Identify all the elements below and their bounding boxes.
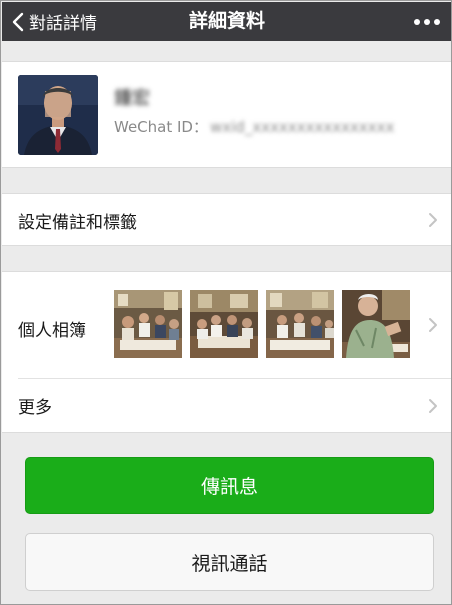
- album-thumbnails: [114, 290, 410, 358]
- wechat-id-value: wxid_xxxxxxxxxxxxxxxx: [209, 117, 395, 136]
- chevron-left-icon: [12, 12, 24, 31]
- profile-card[interactable]: 鍾宏 WeChat ID： wxid_xxxxxxxxxxxxxxxx: [2, 61, 451, 168]
- more-cell[interactable]: 更多: [2, 379, 451, 433]
- send-message-button[interactable]: 傳訊息: [25, 457, 434, 514]
- remarks-group: 設定備註和標籤: [2, 193, 451, 246]
- chevron-right-icon: [429, 318, 437, 332]
- wechat-id-row: WeChat ID： wxid_xxxxxxxxxxxxxxxx: [114, 116, 394, 137]
- back-button[interactable]: 對話詳情: [12, 2, 97, 41]
- album-more-group: 個人相簿 更多: [2, 271, 451, 433]
- wechat-id-label: WeChat ID：: [114, 118, 208, 136]
- back-button-label: 對話詳情: [29, 14, 97, 34]
- set-remarks-and-tags-cell[interactable]: 設定備註和標籤: [2, 194, 451, 245]
- chevron-right-icon: [429, 399, 437, 413]
- album-label: 個人相簿: [18, 321, 86, 341]
- top-navbar: 對話詳情 詳細資料: [2, 2, 451, 41]
- avatar[interactable]: [18, 75, 98, 155]
- album-thumbnail-4[interactable]: [342, 290, 410, 358]
- profile-name: 鍾宏: [114, 88, 150, 109]
- personal-album-cell[interactable]: 個人相簿: [2, 272, 451, 378]
- more-dots-icon[interactable]: [414, 2, 440, 41]
- video-call-button[interactable]: 視訊通話: [25, 533, 434, 591]
- album-thumbnail-1[interactable]: [114, 290, 182, 358]
- album-thumbnail-3[interactable]: [266, 290, 334, 358]
- album-thumbnail-2[interactable]: [190, 290, 258, 358]
- app-frame: 對話詳情 詳細資料 鍾宏 WeChat ID： wxid_xxxxxxxxxxx…: [0, 0, 452, 605]
- more-label: 更多: [18, 398, 52, 418]
- remarks-label: 設定備註和標籤: [18, 213, 137, 233]
- chevron-right-icon: [429, 213, 437, 227]
